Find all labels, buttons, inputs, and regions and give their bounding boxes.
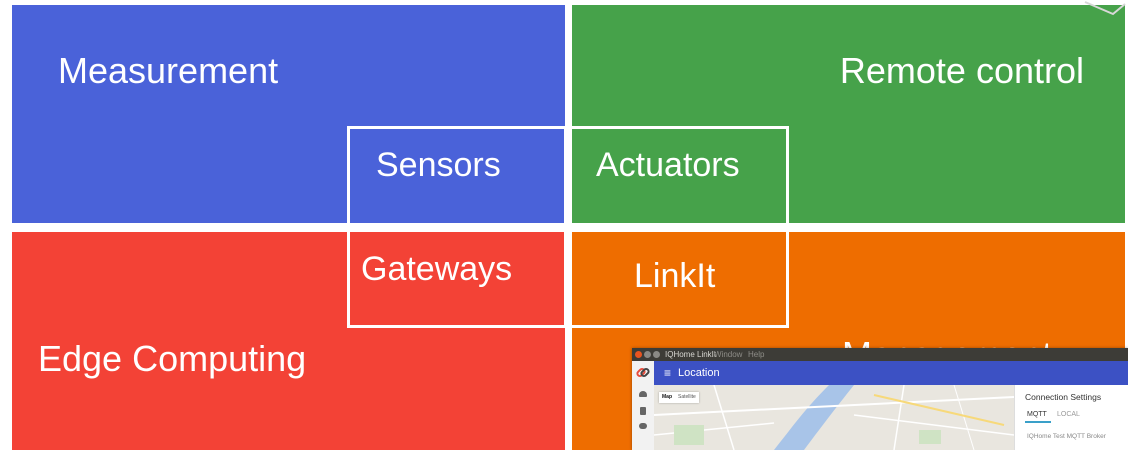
window-maximize-icon[interactable] [653,351,660,358]
tab-local[interactable]: LOCAL [1057,411,1080,418]
menu-help[interactable]: Help [748,350,764,359]
broker-field[interactable]: IQHome Test MQTT Broker [1027,433,1106,440]
window-title: IQHome LinkIt [665,350,717,359]
link-logo-icon [636,367,650,378]
map-tiles [654,385,1014,450]
inner-divider-horizontal [347,223,789,232]
document-icon[interactable] [640,407,646,415]
label-measurement: Measurement [58,50,279,91]
menu-icon[interactable]: ≡ [664,366,671,380]
tab-mqtt[interactable]: MQTT [1027,411,1047,418]
map-type-map[interactable]: Map [659,392,675,403]
chat-icon[interactable] [639,423,647,429]
map-type-toggle[interactable]: Map Satellite [659,392,699,403]
label-edge-computing: Edge Computing [38,338,307,379]
label-remote-control: Remote control [839,50,1084,91]
label-sensors: Sensors [376,146,501,184]
app-screenshot: IQHome LinkIt Window Help ≡ Location Map… [632,348,1128,450]
menu-window[interactable]: Window [714,350,742,359]
tab-indicator [1025,421,1051,423]
map-view[interactable]: Map Satellite [654,385,1014,450]
corner-decoration [1084,1,1126,16]
map-type-satellite[interactable]: Satellite [675,392,699,403]
app-bar-title: Location [678,367,720,379]
app-bar: ≡ Location [654,361,1128,385]
gauge-icon[interactable] [639,391,647,397]
window-titlebar: IQHome LinkIt Window Help [632,348,1128,361]
connection-panel: Connection Settings MQTT LOCAL IQHome Te… [1014,385,1128,450]
app-sidebar [632,361,654,450]
window-close-icon[interactable] [635,351,642,358]
label-linkit: LinkIt [634,257,716,295]
window-minimize-icon[interactable] [644,351,651,358]
panel-title: Connection Settings [1025,392,1102,402]
label-gateways: Gateways [361,250,513,288]
label-actuators: Actuators [596,146,740,184]
